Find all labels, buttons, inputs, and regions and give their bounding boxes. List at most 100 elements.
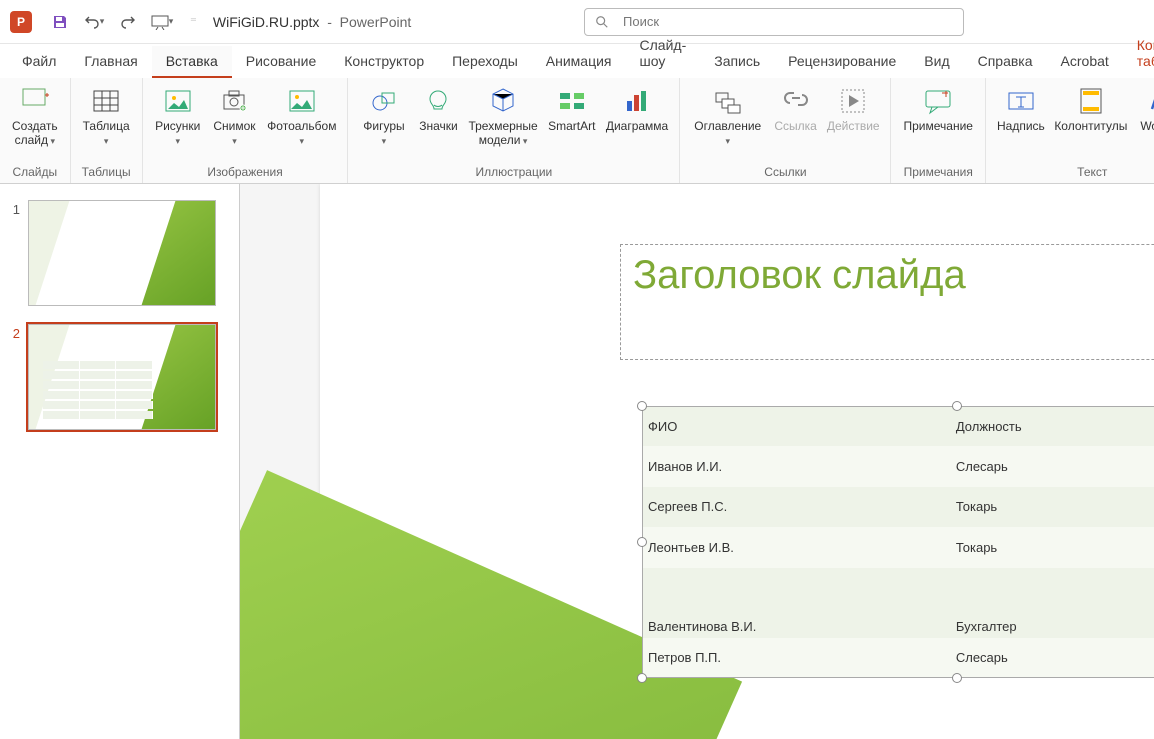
comment-button[interactable]: Примечание — [897, 82, 978, 136]
table-row[interactable]: Леонтьев И.В.Токарь60000 — [642, 527, 1154, 567]
table-cell[interactable]: Токарь — [950, 527, 1149, 567]
ribbon-group-Таблицы: Таблица ▾Таблицы — [71, 78, 143, 183]
slide-table[interactable]: ФИОДолжностьЗПИванов И.И.Слесарь60000Сер… — [642, 406, 1154, 678]
table-cell[interactable]: Сергеев П.С. — [642, 487, 950, 527]
shapes-button[interactable]: Фигуры ▾ — [354, 82, 413, 150]
pictures-button[interactable]: Рисунки ▾ — [149, 82, 207, 150]
resize-handle-bl[interactable] — [637, 673, 647, 683]
slide-title-text: Заголовок слайда — [633, 253, 1154, 298]
resize-handle-bm[interactable] — [952, 673, 962, 683]
ribbon-group-Слайды: Создатьслайд ▾Слайды — [0, 78, 71, 183]
resize-handle-ml[interactable] — [637, 537, 647, 547]
table-row[interactable]: Валентинова В.И.Бухгалтер60000 — [642, 568, 1154, 638]
tab-record[interactable]: Запись — [700, 46, 774, 78]
comment-icon — [922, 85, 954, 117]
photo-album-button[interactable]: Фотоальбом ▾ — [262, 82, 341, 150]
document-title: WiFiGiD.RU.pptx - PowerPoint — [213, 14, 411, 30]
zoom-icon — [712, 85, 744, 117]
tab-home[interactable]: Главная — [70, 46, 151, 78]
tab-slideshow[interactable]: Слайд-шоу — [626, 30, 701, 78]
shapes-icon — [368, 85, 400, 117]
table-cell[interactable]: Петров П.П. — [642, 638, 950, 678]
tab-acrobat[interactable]: Acrobat — [1047, 46, 1123, 78]
save-icon[interactable] — [46, 8, 74, 36]
icons-label: Значки — [419, 119, 458, 133]
resize-handle-tl[interactable] — [637, 401, 647, 411]
wordart-button[interactable]: WordArt ▾ — [1132, 82, 1154, 150]
3d-models-label: Трехмерныемодели ▾ — [468, 119, 537, 147]
table-cell[interactable]: ЗП — [1149, 406, 1154, 446]
chevron-down-icon: ▾ — [520, 136, 527, 146]
action-button: Действие — [822, 82, 885, 136]
screenshot-label: Снимок ▾ — [213, 119, 256, 147]
smartart-icon — [556, 85, 588, 117]
table-button[interactable]: Таблица ▾ — [77, 82, 136, 150]
ribbon-group-Примечания: ПримечаниеПримечания — [891, 78, 985, 183]
table-cell[interactable]: Должность — [950, 406, 1149, 446]
shapes-label: Фигуры ▾ — [360, 119, 407, 147]
title-placeholder[interactable]: Заголовок слайда — [620, 244, 1154, 360]
ribbon: Создатьслайд ▾СлайдыТаблица ▾Таблицы Рису… — [0, 78, 1154, 184]
table-cell[interactable]: 60000 — [1149, 487, 1154, 527]
3d-models-button[interactable]: Трехмерныемодели ▾ — [463, 82, 542, 150]
tab-help[interactable]: Справка — [964, 46, 1047, 78]
chevron-down-icon: ▾ — [300, 136, 305, 146]
table-cell[interactable]: 60000 — [1149, 638, 1154, 678]
thumbnail-number: 2 — [6, 324, 20, 430]
chart-button[interactable]: Диаграмма — [601, 82, 674, 136]
thumbnail-panel: 12 — [0, 184, 240, 739]
tab-design[interactable]: Конструктор — [330, 46, 438, 78]
tab-table-design[interactable]: Конструктор таблиц — [1123, 30, 1154, 78]
table-row[interactable]: ФИОДолжностьЗП — [642, 406, 1154, 446]
new-slide-button[interactable]: Создатьслайд ▾ — [6, 82, 64, 150]
ribbon-group-Изображения: Рисунки ▾Снимок ▾Фотоальбом ▾Изображения — [143, 78, 349, 183]
action-icon — [837, 85, 869, 117]
present-from-start-icon[interactable]: ▾ — [148, 8, 176, 36]
table-cell[interactable]: Леонтьев И.В. — [642, 527, 950, 567]
table-row[interactable]: Сергеев П.С.Токарь60000 — [642, 487, 1154, 527]
tab-transitions[interactable]: Переходы — [438, 46, 532, 78]
thumbnail-preview — [28, 200, 216, 306]
smartart-label: SmartArt — [548, 119, 595, 133]
new-slide-icon — [19, 85, 51, 117]
icons-button[interactable]: Значки — [413, 82, 463, 136]
table-cell[interactable]: Валентинова В.И. — [642, 568, 950, 638]
zoom-button[interactable]: Оглавление ▾ — [686, 82, 769, 150]
tab-view[interactable]: Вид — [910, 46, 963, 78]
chevron-down-icon: ▾ — [48, 136, 55, 146]
table-cell[interactable]: Иванов И.И. — [642, 446, 950, 486]
table-icon — [90, 85, 122, 117]
tab-insert[interactable]: Вставка — [152, 46, 232, 78]
tab-review[interactable]: Рецензирование — [774, 46, 910, 78]
tab-file[interactable]: Файл — [8, 46, 70, 78]
screenshot-button[interactable]: Снимок ▾ — [207, 82, 262, 150]
chart-icon — [621, 85, 653, 117]
table-row[interactable]: Иванов И.И.Слесарь60000 — [642, 446, 1154, 486]
undo-icon[interactable]: ▾ — [80, 8, 108, 36]
ribbon-group-Ссылки: Оглавление ▾СсылкаДействиеСсылки — [680, 78, 891, 183]
title-bar: P ▾ ▾ ⁼ WiFiGiD.RU.pptx - PowerPoint Пои… — [0, 0, 1154, 44]
redo-icon[interactable] — [114, 8, 142, 36]
textbox-button[interactable]: Надпись — [992, 82, 1050, 136]
table-cell[interactable]: 60000 — [1149, 568, 1154, 638]
table-cell[interactable]: ФИО — [642, 406, 950, 446]
photo-album-label: Фотоальбом ▾ — [267, 119, 336, 147]
table-cell[interactable]: 60000 — [1149, 527, 1154, 567]
table-object[interactable]: ФИОДолжностьЗПИванов И.И.Слесарь60000Сер… — [642, 406, 1154, 678]
thumbnail-slide-2[interactable]: 2 — [0, 320, 239, 444]
table-row[interactable]: Петров П.П.Слесарь60000 — [642, 638, 1154, 678]
search-placeholder: Поиск — [623, 14, 659, 29]
table-cell[interactable]: 60000 — [1149, 446, 1154, 486]
tab-animation[interactable]: Анимация — [532, 46, 626, 78]
table-cell[interactable]: Токарь — [950, 487, 1149, 527]
header-footer-button[interactable]: Колонтитулы — [1050, 82, 1132, 136]
thumbnail-slide-1[interactable]: 1 — [0, 196, 239, 320]
smartart-button[interactable]: SmartArt — [543, 82, 601, 136]
table-cell[interactable]: Слесарь — [950, 446, 1149, 486]
slide-canvas[interactable]: Заголовок слайда ФИОДолжностьЗПИванов И.… — [240, 184, 1154, 739]
tab-draw[interactable]: Рисование — [232, 46, 331, 78]
resize-handle-tm[interactable] — [952, 401, 962, 411]
pictures-label: Рисунки ▾ — [155, 119, 201, 147]
table-cell[interactable]: Бухгалтер — [950, 568, 1149, 638]
table-cell[interactable]: Слесарь — [950, 638, 1149, 678]
